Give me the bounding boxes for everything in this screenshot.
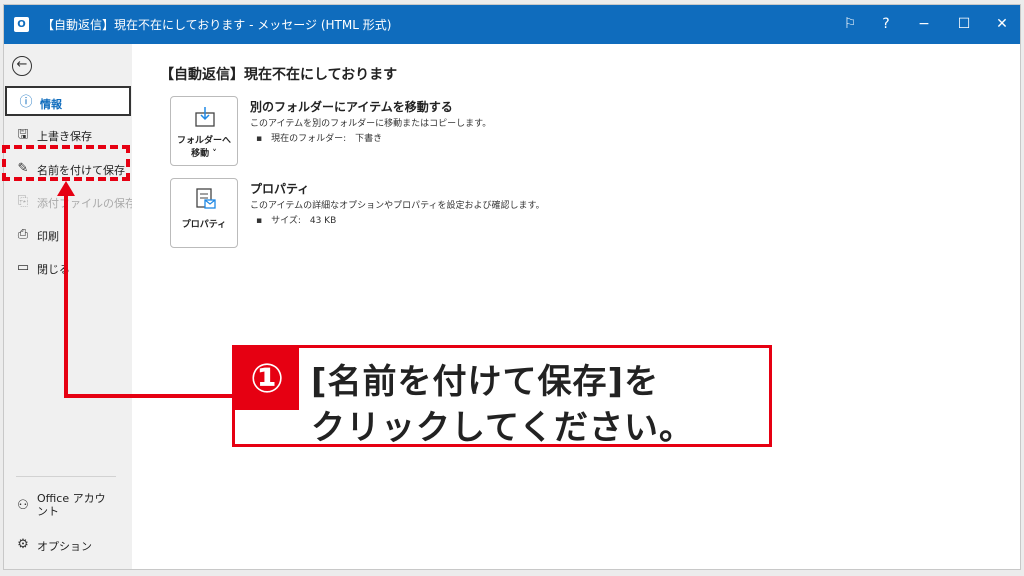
step-number: ① (235, 348, 299, 410)
pointer-arrow (57, 181, 232, 398)
instruction-line-1: [名前を付けて保存]を (311, 362, 660, 402)
instruction-callout: ① [名前を付けて保存]を クリックしてください。 (232, 345, 772, 448)
instruction-line-2: クリックしてください。 (311, 408, 694, 448)
